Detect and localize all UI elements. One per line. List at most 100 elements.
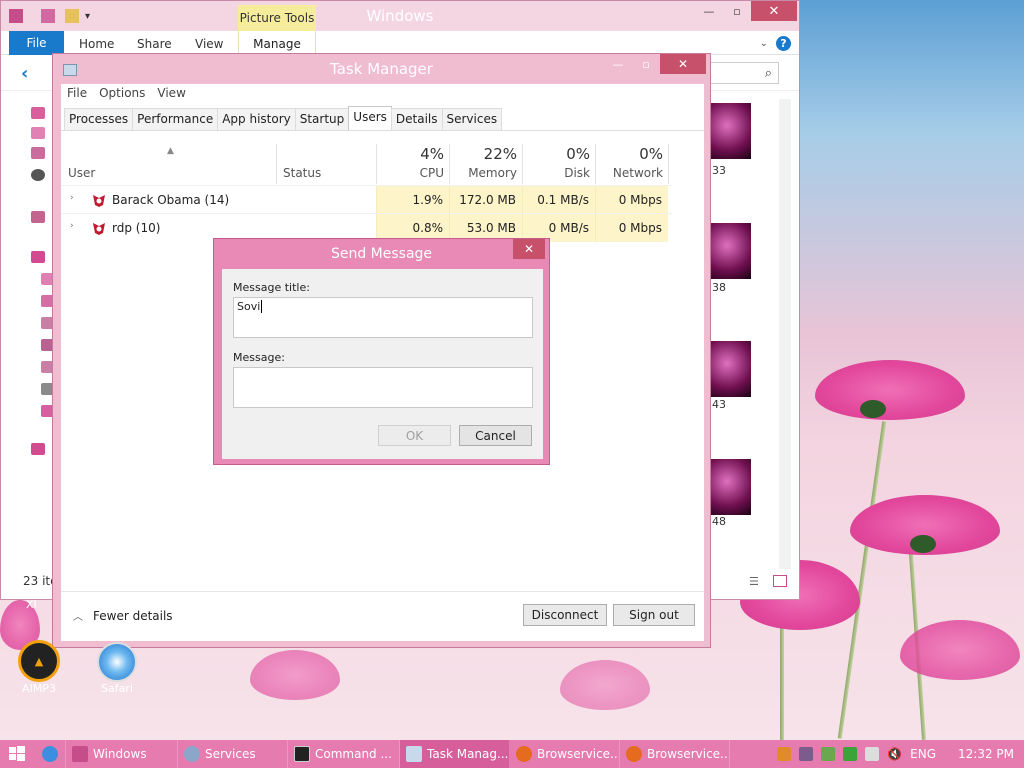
message-title-input[interactable]: Sovi <box>233 297 533 338</box>
taskbar-label: Browservice... <box>537 747 620 761</box>
image-thumbnail[interactable] <box>711 341 751 397</box>
fewer-details-label: Fewer details <box>93 608 173 623</box>
tab-app-history[interactable]: App history <box>217 108 296 130</box>
minimize-button[interactable]: — <box>604 54 632 74</box>
flower <box>815 360 965 420</box>
disconnect-button[interactable]: Disconnect <box>523 604 607 626</box>
ok-button[interactable]: OK <box>378 425 451 446</box>
taskbar-item-task-manager[interactable]: Task Manag... <box>400 740 510 768</box>
menu-file[interactable]: File <box>67 86 93 104</box>
tab-services[interactable]: Services <box>441 108 503 130</box>
clock[interactable]: 12:32 PM <box>958 747 1014 761</box>
message-label: Message: <box>233 351 285 364</box>
tab-performance[interactable]: Performance <box>132 108 219 130</box>
folder-icon[interactable] <box>31 147 45 159</box>
ribbon-tab-view[interactable]: View <box>195 37 223 51</box>
back-arrow-icon[interactable]: ‹ <box>21 63 28 84</box>
fewer-details-link[interactable]: ︿ Fewer details <box>73 608 173 624</box>
volume-muted-icon[interactable]: 🔇 <box>887 747 902 761</box>
tray-app-icon[interactable] <box>777 747 792 761</box>
cancel-button[interactable]: Cancel <box>459 425 532 446</box>
desktop-icon-label[interactable]: XI <box>26 598 37 611</box>
sort-up-icon[interactable]: ▲ <box>167 146 174 156</box>
desktop-icon-label: AIMP3 <box>22 682 56 695</box>
column-disk[interactable]: Disk <box>522 166 590 180</box>
tab-users[interactable]: Users <box>348 106 392 130</box>
taskbar-item-explorer[interactable]: Windows <box>66 740 178 768</box>
desktop-icon-aimp[interactable]: ▲ AIMP3 <box>10 640 68 695</box>
thumbnail-label: 43 <box>712 398 726 411</box>
expand-chevron-icon[interactable]: › <box>70 221 74 231</box>
taskbar-ie[interactable] <box>34 740 66 768</box>
network-icon[interactable] <box>31 443 45 455</box>
tab-startup[interactable]: Startup <box>294 108 350 130</box>
desktop-icon-safari[interactable]: Safari <box>88 642 146 695</box>
vertical-scrollbar[interactable] <box>779 99 791 569</box>
language-indicator[interactable]: ENG <box>910 747 936 761</box>
ribbon-file-tab[interactable]: File <box>9 31 64 55</box>
menu-view[interactable]: View <box>157 86 191 104</box>
folder-icon[interactable] <box>31 127 45 139</box>
details-view-icon[interactable]: ☰ <box>749 575 759 588</box>
column-network[interactable]: Network <box>595 166 663 180</box>
flower <box>560 660 650 710</box>
sign-out-button[interactable]: Sign out <box>613 604 695 626</box>
search-icon[interactable]: ⌕ <box>765 66 772 81</box>
taskbar-item-browservice-2[interactable]: Browservice... <box>620 740 730 768</box>
network-cell: 0 Mbps <box>595 186 668 214</box>
close-button[interactable]: ✕ <box>751 1 797 21</box>
column-separator <box>276 144 277 184</box>
menu-options[interactable]: Options <box>99 86 151 104</box>
table-row[interactable]: › Barack Obama (14) 1.9% 172.0 MB 0.1 MB… <box>61 185 672 214</box>
explorer-titlebar[interactable]: ▾ Picture Tools Windows — ▫ ✕ <box>1 1 799 31</box>
task-manager-icon <box>406 746 422 762</box>
taskbar-item-services[interactable]: Services <box>178 740 288 768</box>
taskbar-label: Command ... <box>315 747 392 761</box>
tab-processes[interactable]: Processes <box>64 108 134 130</box>
close-button[interactable]: ✕ <box>513 239 545 259</box>
cmd-icon <box>294 746 310 762</box>
column-memory[interactable]: Memory <box>449 166 517 180</box>
message-input[interactable] <box>233 367 533 408</box>
user-name: rdp (10) <box>112 221 161 235</box>
start-button[interactable] <box>0 740 34 768</box>
tab-divider <box>61 130 704 131</box>
cpu-cell: 1.9% <box>376 186 449 214</box>
maximize-button[interactable]: ▫ <box>723 1 751 21</box>
this-pc-icon[interactable] <box>31 251 45 263</box>
ribbon-tab-share[interactable]: Share <box>137 37 172 51</box>
chevron-down-icon[interactable]: ⌄ <box>760 38 768 49</box>
help-icon[interactable]: ? <box>776 36 791 51</box>
column-status[interactable]: Status <box>283 166 321 180</box>
image-thumbnail[interactable] <box>711 103 751 159</box>
tray-app-icon[interactable] <box>799 747 814 761</box>
column-separator <box>668 144 669 184</box>
taskbar-item-browservice-1[interactable]: Browservice... <box>510 740 620 768</box>
large-icons-view-icon[interactable] <box>773 575 787 587</box>
image-thumbnail[interactable] <box>711 223 751 279</box>
homegroup-icon[interactable] <box>31 211 45 223</box>
network-icon[interactable] <box>865 747 880 761</box>
ribbon: File Home Share View Manage ⌄ ? <box>1 31 799 55</box>
image-thumbnail[interactable] <box>711 459 751 515</box>
minimize-button[interactable]: — <box>695 1 723 21</box>
network-cell: 0 Mbps <box>595 214 668 242</box>
search-input[interactable]: ⌕ <box>699 62 779 84</box>
column-cpu[interactable]: CPU <box>376 166 444 180</box>
expand-chevron-icon[interactable]: › <box>70 193 74 203</box>
firefox-icon <box>626 746 642 762</box>
tab-details[interactable]: Details <box>390 108 443 130</box>
thumbnail-label: 33 <box>712 164 726 177</box>
close-button[interactable]: ✕ <box>660 54 706 74</box>
ribbon-tab-home[interactable]: Home <box>79 37 114 51</box>
maximize-button[interactable]: ▫ <box>632 54 660 74</box>
favorites-icon[interactable] <box>31 107 45 119</box>
tray-app-icon[interactable] <box>821 747 836 761</box>
aimp-icon: ▲ <box>18 640 60 682</box>
ribbon-tab-manage[interactable]: Manage <box>238 31 316 55</box>
tray-app-icon[interactable] <box>843 747 858 761</box>
column-user[interactable]: User <box>68 166 95 180</box>
table-row[interactable]: › rdp (10) 0.8% 53.0 MB 0 MB/s 0 Mbps <box>61 213 672 242</box>
taskbar-item-command[interactable]: Command ... <box>288 740 400 768</box>
recent-icon[interactable] <box>31 169 45 181</box>
